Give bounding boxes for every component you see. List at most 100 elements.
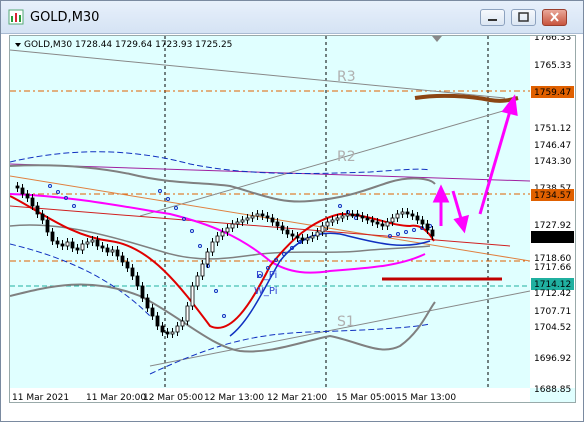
price-tick-label: 1712.42 bbox=[534, 289, 571, 299]
candle bbox=[305, 234, 310, 244]
candle bbox=[155, 312, 160, 330]
chart-app-icon bbox=[8, 9, 24, 25]
window-title: GOLD,M30 bbox=[30, 10, 100, 25]
candle bbox=[115, 246, 120, 260]
time-tick-label: 12 Mar 13:00 bbox=[204, 393, 264, 402]
close-icon bbox=[550, 12, 559, 22]
r2-label: R2 bbox=[337, 149, 356, 165]
candle bbox=[85, 238, 90, 248]
price-tick-label: 1725.25 bbox=[534, 233, 571, 243]
candle bbox=[20, 184, 25, 198]
candle bbox=[365, 214, 370, 224]
ma-red bbox=[10, 195, 435, 329]
close-button[interactable] bbox=[542, 9, 567, 26]
trend-line-red bbox=[10, 205, 511, 247]
candle bbox=[55, 237, 60, 248]
symbol-ohlc-label: GOLD,M30 1728.44 1729.64 1723.93 1725.25 bbox=[24, 40, 232, 50]
candle bbox=[185, 302, 190, 325]
candle bbox=[315, 228, 320, 240]
envelope-upper bbox=[10, 151, 431, 175]
chart-area[interactable]: GOLD,M30 1728.44 1729.64 1723.93 1725.25 bbox=[9, 35, 576, 403]
price-tick-label: 1743.30 bbox=[534, 157, 571, 167]
candle bbox=[250, 212, 255, 222]
candle bbox=[175, 322, 180, 336]
candle bbox=[25, 190, 30, 202]
candle bbox=[230, 220, 235, 232]
candle bbox=[330, 216, 335, 226]
candle bbox=[105, 244, 110, 256]
candle bbox=[190, 282, 195, 310]
candle bbox=[125, 258, 130, 272]
candle bbox=[80, 240, 85, 254]
d-pi-label: D_Pi bbox=[256, 270, 277, 281]
candle bbox=[400, 208, 405, 218]
price-tick-label: 1696.92 bbox=[534, 354, 571, 364]
price-tick-label: 1717.66 bbox=[534, 263, 571, 273]
price-chart[interactable]: GOLD,M30 1728.44 1729.64 1723.93 1725.25 bbox=[10, 36, 575, 402]
candle bbox=[260, 210, 265, 220]
candle bbox=[210, 238, 215, 256]
candle bbox=[415, 212, 420, 224]
collapse-triangle-icon[interactable] bbox=[15, 43, 21, 47]
candle bbox=[200, 260, 205, 280]
price-tick-label: 1688.85 bbox=[534, 385, 571, 395]
time-tick-label: 12 Mar 05:00 bbox=[143, 393, 203, 402]
candle bbox=[355, 210, 360, 220]
price-tick-label: 1734.57 bbox=[534, 191, 571, 201]
minimize-button[interactable] bbox=[480, 9, 505, 26]
envelope-lower-left bbox=[10, 243, 151, 317]
maximize-icon bbox=[518, 12, 529, 22]
candle bbox=[410, 210, 415, 220]
candle bbox=[385, 218, 390, 230]
maximize-button[interactable] bbox=[511, 9, 536, 26]
price-tick-label: 1765.33 bbox=[534, 61, 571, 71]
minimize-icon bbox=[488, 19, 497, 21]
candle bbox=[50, 228, 55, 245]
candle bbox=[140, 282, 145, 302]
price-tick-label: 1704.52 bbox=[534, 323, 571, 333]
title-bar[interactable]: GOLD,M30 bbox=[1, 1, 583, 34]
candle bbox=[150, 304, 155, 320]
candle bbox=[165, 328, 170, 338]
time-tick-label: 12 Mar 21:00 bbox=[267, 393, 327, 402]
r3-label: R3 bbox=[337, 69, 356, 85]
price-tick-label: 1766.33 bbox=[534, 36, 571, 43]
candle bbox=[280, 222, 285, 234]
scroll-marker-icon[interactable] bbox=[432, 36, 442, 42]
candle bbox=[120, 252, 125, 266]
candle bbox=[265, 212, 270, 222]
w-pi-label: W_Pi bbox=[254, 286, 277, 297]
candle bbox=[235, 218, 240, 228]
candle bbox=[270, 214, 275, 226]
candle bbox=[60, 240, 65, 250]
candle bbox=[110, 246, 115, 256]
price-tick-label: 1746.47 bbox=[534, 141, 571, 151]
candle bbox=[405, 208, 410, 218]
price-tick-label: 1751.12 bbox=[534, 124, 571, 134]
candle bbox=[290, 230, 295, 240]
candle bbox=[35, 202, 40, 218]
candle bbox=[395, 210, 400, 222]
candle bbox=[180, 317, 185, 330]
candle bbox=[360, 212, 365, 222]
candle bbox=[160, 322, 165, 336]
candle bbox=[195, 272, 200, 290]
candle bbox=[255, 210, 260, 220]
candle bbox=[75, 244, 80, 254]
candle bbox=[100, 242, 105, 252]
candle bbox=[130, 264, 135, 280]
candle bbox=[135, 272, 140, 290]
projection-arrows bbox=[432, 94, 518, 234]
candle bbox=[15, 182, 20, 192]
candle bbox=[170, 328, 175, 338]
price-tick-label: 1707.71 bbox=[534, 307, 571, 317]
time-tick-label: 11 Mar 2021 bbox=[12, 393, 69, 402]
time-tick-label: 15 Mar 05:00 bbox=[336, 393, 396, 402]
price-tick-label: 1759.47 bbox=[534, 88, 571, 98]
target-curve bbox=[414, 93, 519, 103]
candle bbox=[40, 210, 45, 224]
candle bbox=[145, 294, 150, 312]
time-tick-label: 15 Mar 13:00 bbox=[396, 393, 456, 402]
candle bbox=[65, 238, 70, 250]
bollinger-lower bbox=[10, 283, 436, 353]
